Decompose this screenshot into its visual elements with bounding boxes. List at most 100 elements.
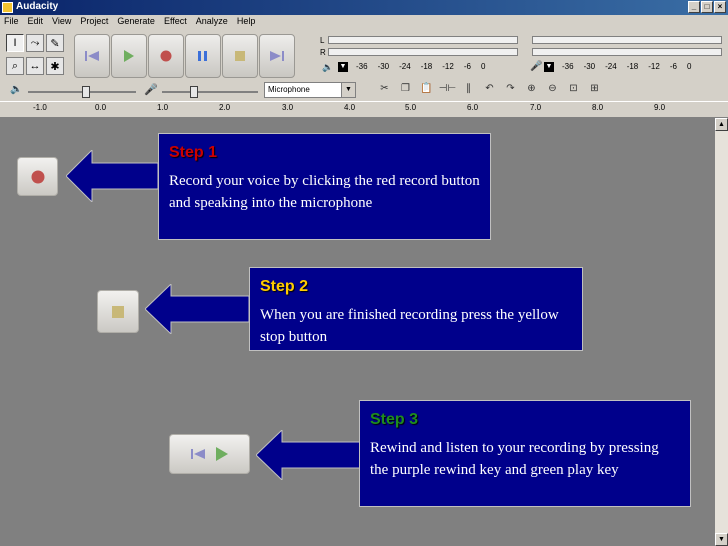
input-source-value: Microphone [268, 85, 310, 94]
title-bar: Audacity _ □ × [0, 0, 728, 15]
record-meter-right [318, 46, 726, 60]
ruler-label: 9.0 [654, 103, 666, 112]
menu-file[interactable]: File [0, 15, 24, 30]
silence-icon[interactable]: ∥ [460, 80, 477, 97]
play-icon [215, 447, 228, 461]
dropdown-arrow-icon[interactable]: ▼ [341, 83, 355, 97]
rewind-play-buttons-enlarged [169, 434, 250, 474]
transport-toolbar [74, 34, 295, 78]
playback-meter-dropdown[interactable]: ▼ [338, 62, 348, 72]
trim-icon[interactable]: ⊣⊢ [439, 80, 456, 97]
menu-help[interactable]: Help [233, 15, 261, 30]
zoom-in-icon[interactable]: ⊕ [523, 80, 540, 97]
fit-project-icon[interactable]: ⊞ [586, 80, 603, 97]
fit-selection-icon[interactable]: ⊡ [565, 80, 582, 97]
draw-tool-icon[interactable]: ✎ [46, 34, 64, 52]
record-meter-bar-right [532, 48, 722, 56]
skip-end-button[interactable] [259, 34, 295, 78]
menu-project[interactable]: Project [76, 15, 113, 30]
selection-tool-icon[interactable]: I [6, 34, 24, 52]
meter-tick: -24 [399, 62, 411, 71]
step-1-box: Step 1 Record your voice by clicking the… [158, 133, 491, 240]
meter-tick: 0 [686, 62, 692, 71]
undo-icon[interactable]: ↶ [481, 80, 498, 97]
timeline-ruler[interactable]: -1.0 0.0 1.0 2.0 3.0 4.0 5.0 6.0 7.0 8.0… [0, 101, 728, 115]
input-volume-icon: 🎤 [144, 84, 158, 96]
envelope-tool-icon[interactable]: ⤳ [26, 34, 44, 52]
ruler-label: 4.0 [344, 103, 356, 112]
record-meter-bar [532, 36, 722, 44]
ruler-label: 8.0 [592, 103, 604, 112]
input-source-select[interactable]: Microphone ▼ [264, 82, 356, 98]
microphone-meter-icon[interactable]: 🎤 [530, 61, 542, 72]
menu-generate[interactable]: Generate [113, 15, 160, 30]
record-icon [31, 170, 44, 183]
redo-icon[interactable]: ↷ [502, 80, 519, 97]
record-icon [160, 50, 172, 62]
speaker-icon[interactable]: 🔈 [322, 62, 333, 73]
menu-edit[interactable]: Edit [24, 15, 49, 30]
input-volume-track [162, 91, 258, 93]
step-2-text: When you are finished recording press th… [260, 307, 559, 345]
menu-analyze[interactable]: Analyze [192, 15, 233, 30]
menu-bar: File Edit View Project Generate Effect A… [0, 15, 728, 30]
arrow-left-icon [256, 430, 360, 480]
stop-button[interactable] [222, 34, 258, 78]
step-2-title: Step 2 [260, 278, 309, 295]
meter-tick: -24 [605, 62, 617, 71]
minimize-button[interactable]: _ [688, 1, 700, 13]
meter-tick: -6 [669, 62, 677, 71]
timeshift-tool-icon[interactable]: ↔ [26, 57, 44, 75]
meter-tick: -18 [420, 62, 433, 71]
zoom-out-icon[interactable]: ⊖ [544, 80, 561, 97]
meter-tick: -6 [463, 62, 471, 71]
step-3-text: Rewind and listen to your recording by p… [370, 440, 659, 478]
zoom-tool-icon[interactable]: ⌕ [6, 57, 24, 75]
step-3-title: Step 3 [370, 411, 419, 428]
audacity-app-icon [2, 2, 13, 13]
window-title: Audacity [16, 1, 59, 12]
meter-tick: -18 [626, 62, 639, 71]
rewind-button[interactable] [74, 34, 110, 78]
mixer-toolbar: 🔈 🎤 Microphone ▼ [10, 82, 370, 102]
step-1-title: Step 1 [169, 144, 218, 161]
ruler-label: 5.0 [405, 103, 417, 112]
meter-tick: -30 [583, 62, 596, 71]
meter-tick: 0 [480, 62, 486, 71]
record-meter-dropdown[interactable]: ▼ [544, 62, 554, 72]
vertical-scrollbar[interactable]: ▲ ▼ [715, 118, 728, 546]
output-volume-slider[interactable] [82, 86, 90, 98]
scroll-down-arrow-icon[interactable]: ▼ [715, 533, 728, 546]
close-button[interactable]: × [714, 1, 726, 13]
ruler-label: 1.0 [157, 103, 169, 112]
stop-icon [235, 51, 245, 61]
input-volume-slider[interactable] [190, 86, 198, 98]
stop-icon [112, 305, 124, 318]
ruler-label: 2.0 [219, 103, 231, 112]
paste-icon[interactable]: 📋 [418, 80, 435, 97]
play-button[interactable] [111, 34, 147, 78]
step-3-box: Step 3 Rewind and listen to your recordi… [359, 400, 691, 507]
meter-toolbar: L R 🔈 ▼ -36 -30 -24 -18 -12 -6 0 🎤 ▼ -36… [318, 34, 726, 78]
menu-effect[interactable]: Effect [160, 15, 192, 30]
menu-view[interactable]: View [48, 15, 76, 30]
multi-tool-icon[interactable]: ✱ [46, 57, 64, 75]
copy-icon[interactable]: ❐ [397, 80, 414, 97]
tools-toolbar: I ⤳ ✎ ⌕ ↔ ✱ [6, 34, 66, 78]
toolbar-area: I ⤳ ✎ ⌕ ↔ ✱ L R 🔈 ▼ -36 -30 -24 -18 -12 … [0, 30, 728, 118]
step-1-text: Record your voice by clicking the red re… [169, 173, 480, 211]
ruler-label: 0.0 [95, 103, 107, 112]
stop-button-enlarged [97, 290, 139, 333]
cut-icon[interactable]: ✂ [376, 80, 393, 97]
record-button[interactable] [148, 34, 184, 78]
maximize-button[interactable]: □ [701, 1, 713, 13]
arrow-left-icon [145, 284, 249, 334]
ruler-label: 3.0 [282, 103, 294, 112]
pause-icon [198, 51, 207, 61]
scroll-up-arrow-icon[interactable]: ▲ [715, 118, 728, 131]
rewind-icon [85, 51, 99, 61]
skip-end-icon [270, 51, 284, 61]
pause-button[interactable] [185, 34, 221, 78]
rewind-icon [190, 449, 205, 459]
ruler-label: 7.0 [530, 103, 542, 112]
